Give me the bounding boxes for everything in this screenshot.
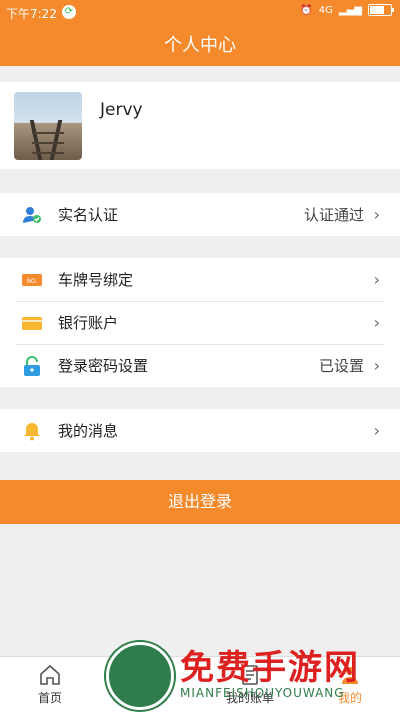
lock-icon	[24, 356, 40, 376]
tab-home[interactable]: 首页	[0, 663, 100, 706]
row-label: 银行账户	[58, 314, 119, 332]
row-label: 我的消息	[58, 422, 119, 440]
row-label: 实名认证	[58, 206, 119, 224]
row-real-name-verification[interactable]: 实名认证 认证通过 ›	[0, 193, 400, 236]
profile-name: Jervy	[100, 100, 143, 120]
watermark-title: 免费手游网	[180, 648, 360, 688]
verified-user-icon	[23, 207, 41, 223]
account-group: NO. 车牌号绑定 › 银行账户 › 登录密码设置 已设置 ›	[0, 258, 400, 387]
tab-label: 首页	[37, 691, 62, 705]
chevron-right-icon: ›	[373, 421, 380, 440]
page-title: 个人中心	[0, 26, 400, 66]
row-bank-account[interactable]: 银行账户 ›	[0, 301, 400, 344]
row-license-plate[interactable]: NO. 车牌号绑定 ›	[0, 258, 400, 301]
logout-button[interactable]: 退出登录	[0, 480, 400, 524]
verification-group: 实名认证 认证通过 ›	[0, 193, 400, 236]
row-label: 车牌号绑定	[58, 271, 134, 289]
chevron-right-icon: ›	[373, 270, 380, 289]
status-indicators: ⏰ 4G ▂▄▆	[300, 4, 394, 16]
row-value: 已设置	[318, 357, 364, 375]
signal-icon: ▂▄▆	[338, 4, 362, 16]
avatar[interactable]	[14, 92, 82, 160]
profile-card[interactable]: Jervy	[0, 82, 400, 169]
license-plate-icon: NO.	[22, 274, 42, 286]
chevron-right-icon: ›	[373, 356, 380, 375]
battery-icon	[368, 4, 394, 16]
row-my-messages[interactable]: 我的消息 ›	[0, 409, 400, 452]
watermark: 免费手游网 MIANFEISHOUYOUWANG	[100, 640, 400, 711]
chevron-right-icon: ›	[373, 205, 380, 224]
bank-card-icon	[22, 317, 42, 330]
app-notification-icon: ⟳	[62, 5, 76, 19]
bell-icon	[24, 423, 40, 441]
status-time: 下午7:22	[6, 7, 57, 21]
alarm-icon: ⏰	[300, 4, 313, 16]
row-value: 认证通过	[303, 206, 364, 224]
network-label: 4G	[318, 4, 333, 16]
chevron-right-icon: ›	[373, 313, 380, 332]
svg-text:NO.: NO.	[27, 278, 38, 285]
status-bar: 下午7:22 ⟳ ⏰ 4G ▂▄▆	[0, 0, 400, 26]
row-label: 登录密码设置	[58, 357, 149, 375]
row-login-password[interactable]: 登录密码设置 已设置 ›	[0, 344, 400, 387]
watermark-subtitle: MIANFEISHOUYOUWANG	[180, 686, 345, 700]
message-group: 我的消息 ›	[0, 409, 400, 452]
watermark-logo-icon	[106, 642, 174, 710]
home-icon	[40, 664, 60, 685]
